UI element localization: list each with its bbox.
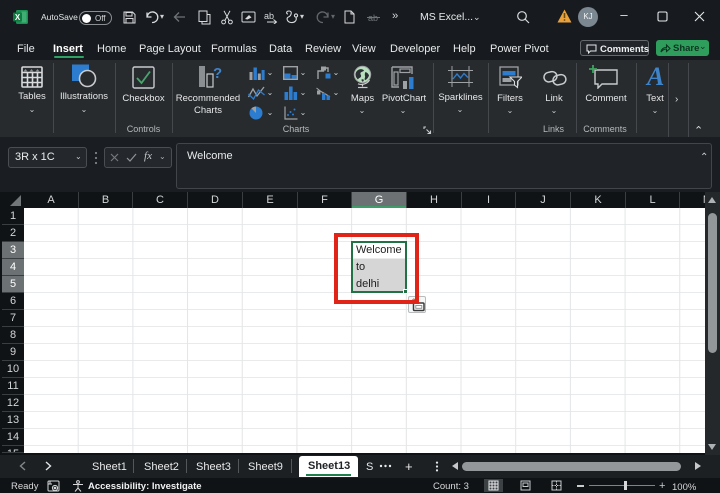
svg-text:A: A [645,64,664,88]
svg-text:ab: ab [264,11,274,21]
svg-text:X: X [15,13,21,22]
svg-text:?: ? [213,65,222,82]
